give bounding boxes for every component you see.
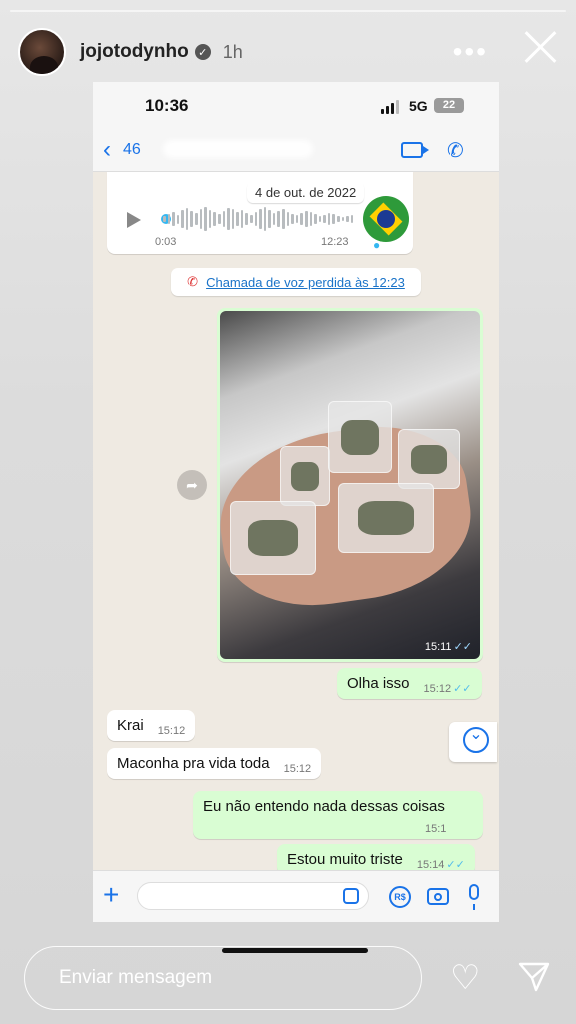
message-text: Maconha pra vida toda [117, 755, 270, 772]
photo-timestamp: 15:11 ✓✓ [424, 641, 472, 653]
sticker-icon[interactable] [343, 888, 359, 904]
camera-icon[interactable] [427, 888, 449, 905]
audio-message: 0:03 12:23 ● 4 de out. de 2022 [107, 172, 413, 254]
forward-icon[interactable]: ➦ [177, 470, 207, 500]
payment-icon[interactable]: R$ [389, 886, 411, 908]
chat-input-bar: + R$ [93, 870, 499, 922]
whatsapp-screenshot: 10:36 5G 22 ‹ 46 ✆ 0:03 12:23 ● 4 de out… [93, 82, 499, 922]
story-time-ago: 1h [222, 41, 243, 62]
story-progress-bar [10, 10, 566, 12]
network-type: 5G [409, 98, 428, 114]
message-text: Eu não entendo nada dessas coisas [203, 798, 445, 815]
story-header: jojotodynho ✓ 1h ••• [18, 22, 558, 82]
voice-call-icon[interactable]: ✆ [447, 138, 464, 163]
bag-image-region [398, 429, 460, 489]
bag-image-region [328, 401, 392, 473]
audio-elapsed: 0:03 [155, 236, 177, 248]
verified-badge-icon: ✓ [194, 44, 211, 60]
message-bubble[interactable]: Maconha pra vida toda 15:12 [107, 748, 322, 779]
signal-icon [381, 100, 399, 114]
audio-time: 12:23 [321, 236, 349, 248]
message-text: Krai [117, 717, 144, 734]
message-text: Olha isso [347, 675, 410, 692]
story-username[interactable]: jojotodynho [80, 41, 189, 63]
chat-body: 0:03 12:23 ● 4 de out. de 2022 ✆ Chamada… [93, 172, 499, 875]
missed-call-text: Chamada de voz perdida às 12:23 [206, 274, 405, 290]
avatar[interactable] [18, 28, 66, 76]
status-time: 10:36 [145, 96, 189, 115]
heart-icon[interactable]: ♡ [450, 958, 480, 998]
brazil-flag-avatar [363, 196, 409, 242]
video-call-icon[interactable] [401, 142, 429, 158]
reply-placeholder: Enviar mensagem [59, 967, 213, 988]
close-icon[interactable] [522, 28, 558, 64]
bag-image-region [338, 483, 434, 553]
mic-icon: ● [373, 238, 381, 252]
message-time: 15:1 [425, 823, 447, 835]
message-bubble[interactable]: Eu não entendo nada dessas coisas 15:1 [193, 791, 483, 839]
send-icon[interactable] [516, 958, 552, 994]
message-bubble[interactable]: Olha isso 15:12 ✓✓ [337, 668, 482, 699]
message-time: 15:12 ✓✓ [423, 683, 472, 695]
redacted-contact-name [163, 140, 313, 158]
date-separator: 4 de out. de 2022 [247, 182, 365, 203]
missed-call-icon: ✆ [187, 274, 199, 289]
microphone-icon[interactable] [469, 884, 479, 910]
message-time: 15:12 [283, 763, 312, 775]
photo-message[interactable]: 15:11 ✓✓ [217, 308, 483, 662]
photo-image[interactable]: 15:11 ✓✓ [220, 311, 480, 659]
plus-icon[interactable]: + [103, 879, 119, 911]
message-time: 15:12 [157, 725, 186, 737]
phone-status-bar: 10:36 5G 22 [93, 82, 499, 128]
scroll-down-button[interactable] [449, 722, 497, 762]
battery-icon: 22 [434, 98, 464, 113]
back-unread-count[interactable]: 46 [123, 141, 141, 159]
story-reply-input[interactable]: Enviar mensagem [24, 946, 422, 1010]
audio-waveform[interactable] [163, 206, 354, 232]
play-icon[interactable] [127, 212, 141, 228]
chevron-left-icon[interactable]: ‹ [103, 136, 111, 164]
message-bubble[interactable]: Krai 15:12 [107, 710, 196, 741]
chat-header: ‹ 46 ✆ [93, 128, 499, 172]
bag-image-region [280, 446, 330, 506]
bag-image-region [230, 501, 316, 575]
message-input[interactable] [137, 882, 369, 910]
more-horizontal-icon[interactable]: ••• [453, 36, 488, 68]
missed-call-notice[interactable]: ✆ Chamada de voz perdida às 12:23 [171, 268, 421, 296]
message-text: Estou muito triste [287, 851, 403, 868]
